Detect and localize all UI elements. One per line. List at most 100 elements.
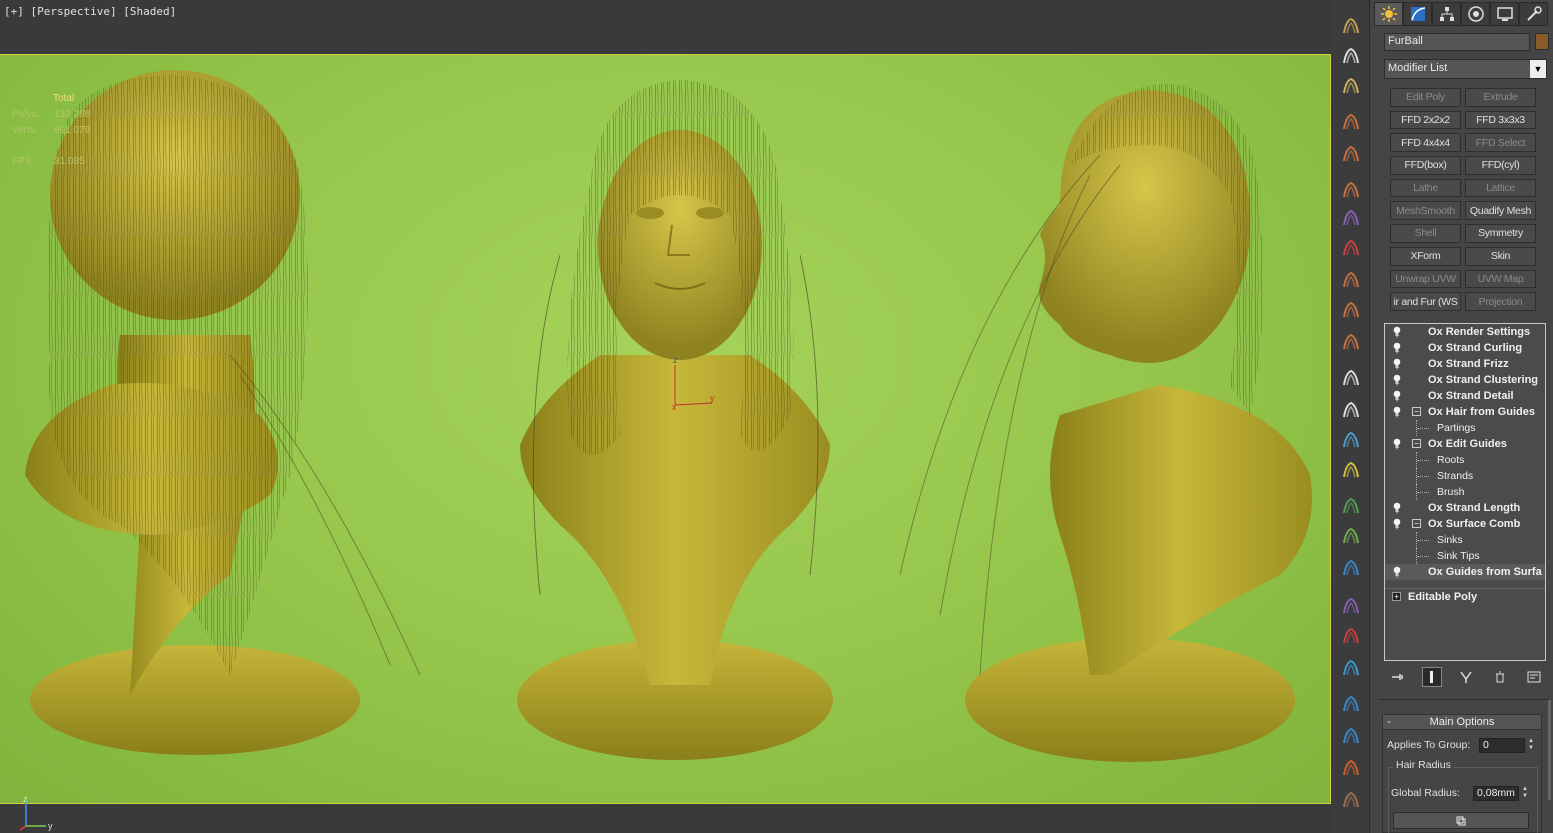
stack-modifier[interactable]: − Ox Surface Comb bbox=[1385, 516, 1545, 532]
stack-sub-object[interactable]: Sink Tips bbox=[1385, 548, 1545, 564]
global-radius-spinner[interactable]: 0,08mm bbox=[1473, 786, 1519, 801]
modifier-button[interactable]: Skin bbox=[1465, 246, 1536, 266]
ox-edit-icon[interactable] bbox=[1339, 428, 1363, 452]
ox-braid-icon[interactable] bbox=[1339, 458, 1363, 482]
ox-mesh-icon[interactable] bbox=[1339, 524, 1363, 548]
ox-twist-icon[interactable] bbox=[1339, 366, 1363, 390]
ox-select-icon[interactable] bbox=[1339, 398, 1363, 422]
viewport-shading-label[interactable]: [Shaded] bbox=[123, 5, 176, 18]
lightbulb-icon[interactable] bbox=[1392, 406, 1402, 418]
ox-list-icon[interactable] bbox=[1339, 44, 1363, 68]
modifier-button[interactable]: Extrude bbox=[1465, 88, 1536, 107]
modifier-button[interactable]: FFD 4x4x4 bbox=[1390, 133, 1461, 153]
stack-sub-object[interactable]: Sinks bbox=[1385, 532, 1545, 548]
stack-modifier[interactable]: Ox Strand Length bbox=[1385, 500, 1545, 516]
modify-tab[interactable] bbox=[1403, 2, 1432, 26]
modifier-stack[interactable]: Ox Render Settings Ox Strand Curling Ox St… bbox=[1384, 323, 1546, 661]
ox-water-icon[interactable] bbox=[1339, 692, 1363, 716]
display-tab[interactable] bbox=[1490, 2, 1519, 26]
ox-red-icon[interactable] bbox=[1339, 624, 1363, 648]
remove-modifier-button[interactable] bbox=[1490, 667, 1510, 687]
ox-render-icon[interactable] bbox=[1339, 14, 1363, 38]
viewport-view-label[interactable]: [Perspective] bbox=[31, 5, 117, 18]
applies-to-group-spinner[interactable]: 0 bbox=[1479, 738, 1525, 753]
perspective-viewport[interactable]: [+] [Perspective] [Shaded] z x y Total P… bbox=[0, 0, 1333, 833]
ox-guides-icon[interactable] bbox=[1339, 236, 1363, 260]
ox-detail-icon[interactable] bbox=[1339, 206, 1363, 230]
lightbulb-icon[interactable] bbox=[1392, 566, 1402, 578]
panel-scrollbar[interactable] bbox=[1548, 700, 1551, 800]
ox-curl-icon[interactable] bbox=[1339, 110, 1363, 134]
lightbulb-icon[interactable] bbox=[1392, 342, 1402, 354]
hierarchy-tab[interactable] bbox=[1432, 2, 1461, 26]
configure-modifier-sets-button[interactable] bbox=[1524, 667, 1544, 687]
rollout-header[interactable]: - Main Options bbox=[1383, 715, 1541, 730]
modifier-button[interactable]: Lathe bbox=[1390, 178, 1461, 198]
ox-blue-icon[interactable] bbox=[1339, 556, 1363, 580]
spinner-arrows-icon[interactable]: ▲ ▼ bbox=[1520, 786, 1530, 801]
modifier-button[interactable]: ir and Fur (WS bbox=[1390, 292, 1461, 311]
ox-teal-icon[interactable] bbox=[1339, 656, 1363, 680]
stack-sub-object[interactable]: Partings bbox=[1385, 420, 1545, 436]
modifier-button[interactable]: FFD Select bbox=[1465, 133, 1536, 153]
viewport-menu-plus[interactable]: [+] bbox=[4, 5, 24, 18]
viewport-canvas[interactable]: z x y Total Polys: 132 288 Verts: 691 07… bbox=[0, 54, 1331, 804]
stack-sub-object[interactable]: Strands bbox=[1385, 468, 1545, 484]
create-tab[interactable] bbox=[1374, 2, 1403, 26]
stack-base-object[interactable]: + Editable Poly bbox=[1385, 588, 1545, 604]
object-color-swatch[interactable] bbox=[1535, 33, 1549, 50]
ox-chain-icon[interactable] bbox=[1339, 724, 1363, 748]
ox-surface-icon[interactable] bbox=[1339, 330, 1363, 354]
ox-frizz-icon[interactable] bbox=[1339, 142, 1363, 166]
modifier-button[interactable]: Lattice bbox=[1465, 178, 1536, 198]
ox-grass-icon[interactable] bbox=[1339, 494, 1363, 518]
modifier-button[interactable]: FFD(box) bbox=[1390, 156, 1461, 175]
lightbulb-icon[interactable] bbox=[1392, 438, 1402, 450]
lightbulb-icon[interactable] bbox=[1392, 390, 1402, 402]
collapse-toggle-icon[interactable]: − bbox=[1412, 407, 1421, 416]
modifier-button[interactable]: UVW Map bbox=[1465, 269, 1536, 289]
chevron-down-icon[interactable]: ▼ bbox=[1530, 60, 1546, 78]
lightbulb-icon[interactable] bbox=[1392, 358, 1402, 370]
modifier-button[interactable]: Shell bbox=[1390, 224, 1461, 243]
stack-modifier[interactable]: Ox Strand Frizz bbox=[1385, 356, 1545, 372]
collapse-toggle-icon[interactable]: − bbox=[1412, 439, 1421, 448]
lightbulb-icon[interactable] bbox=[1392, 518, 1402, 530]
spinner-arrows-icon[interactable]: ▲ ▼ bbox=[1526, 738, 1536, 753]
modifier-button[interactable]: FFD 2x2x2 bbox=[1390, 110, 1461, 130]
stack-modifier[interactable]: Ox Render Settings bbox=[1385, 324, 1545, 340]
ox-cluster-icon[interactable] bbox=[1339, 178, 1363, 202]
collapse-toggle-icon[interactable]: − bbox=[1412, 519, 1421, 528]
lightbulb-icon[interactable] bbox=[1392, 326, 1402, 338]
stack-modifier[interactable]: Ox Strand Clustering bbox=[1385, 372, 1545, 388]
modifier-button[interactable]: Quadify Mesh bbox=[1465, 201, 1536, 221]
modifier-button[interactable]: MeshSmooth bbox=[1390, 201, 1461, 221]
modifier-button[interactable]: Symmetry bbox=[1465, 224, 1536, 243]
object-name-field[interactable]: FurBall bbox=[1384, 33, 1530, 51]
modifier-button[interactable]: FFD 3x3x3 bbox=[1465, 110, 1536, 130]
show-end-result-button[interactable] bbox=[1422, 667, 1442, 687]
ox-length-icon[interactable] bbox=[1339, 268, 1363, 292]
stack-modifier[interactable]: Ox Guides from Surfa bbox=[1385, 564, 1545, 580]
stack-modifier[interactable]: − Ox Hair from Guides bbox=[1385, 404, 1545, 420]
pin-stack-button[interactable] bbox=[1388, 667, 1408, 687]
stack-modifier[interactable]: Ox Strand Detail bbox=[1385, 388, 1545, 404]
utilities-tab[interactable] bbox=[1519, 2, 1548, 26]
lightbulb-icon[interactable] bbox=[1392, 374, 1402, 386]
ox-sphere-icon[interactable] bbox=[1339, 594, 1363, 618]
ox-comb-icon[interactable] bbox=[1339, 298, 1363, 322]
stack-modifier[interactable]: Ox Strand Curling bbox=[1385, 340, 1545, 356]
stack-sub-object[interactable]: Roots bbox=[1385, 452, 1545, 468]
modifier-list-dropdown[interactable]: Modifier List ▼ bbox=[1384, 59, 1547, 79]
motion-tab[interactable] bbox=[1461, 2, 1490, 26]
stack-modifier[interactable]: − Ox Edit Guides bbox=[1385, 436, 1545, 452]
lightbulb-icon[interactable] bbox=[1392, 502, 1402, 514]
make-unique-button[interactable] bbox=[1456, 667, 1476, 687]
expand-icon[interactable]: + bbox=[1392, 592, 1401, 601]
rollout-action-button[interactable] bbox=[1393, 812, 1529, 829]
modifier-button[interactable]: Projection bbox=[1465, 292, 1536, 311]
stack-sub-object[interactable]: Brush bbox=[1385, 484, 1545, 500]
modifier-button[interactable]: FFD(cyl) bbox=[1465, 156, 1536, 175]
modifier-button[interactable]: Unwrap UVW bbox=[1390, 269, 1461, 289]
ox-wave-icon[interactable] bbox=[1339, 756, 1363, 780]
